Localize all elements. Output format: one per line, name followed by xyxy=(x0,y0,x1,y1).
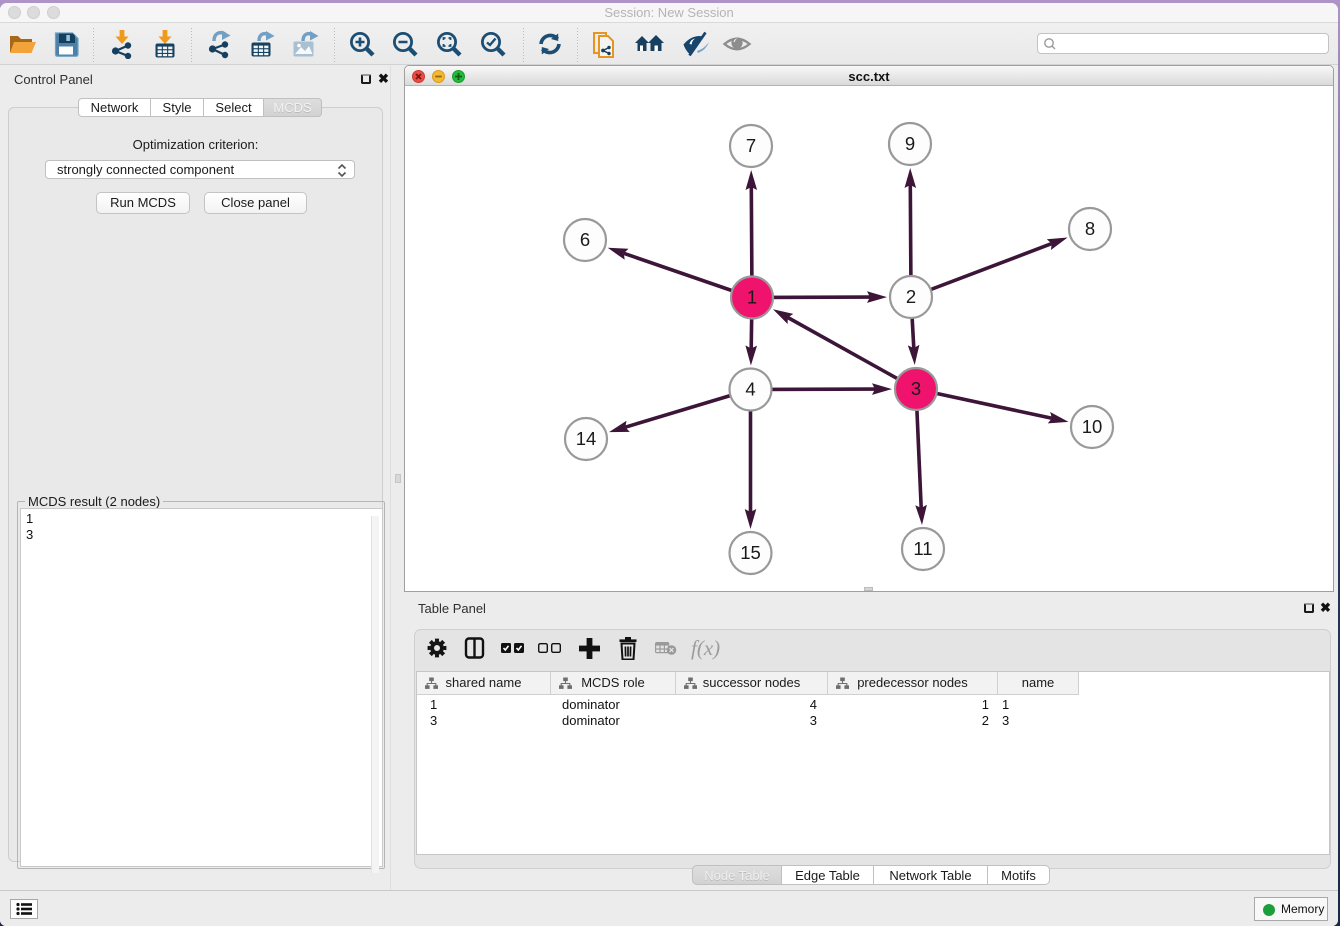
svg-text:6: 6 xyxy=(580,229,590,250)
svg-text:15: 15 xyxy=(740,542,761,563)
svg-text:9: 9 xyxy=(905,133,915,154)
svg-text:7: 7 xyxy=(746,135,756,156)
svg-text:8: 8 xyxy=(1085,218,1095,239)
svg-text:10: 10 xyxy=(1082,416,1103,437)
svg-text:1: 1 xyxy=(747,287,757,308)
svg-text:11: 11 xyxy=(913,538,932,559)
svg-text:4: 4 xyxy=(745,379,755,400)
svg-text:3: 3 xyxy=(911,378,921,399)
svg-text:2: 2 xyxy=(906,286,916,307)
svg-text:14: 14 xyxy=(576,428,597,449)
